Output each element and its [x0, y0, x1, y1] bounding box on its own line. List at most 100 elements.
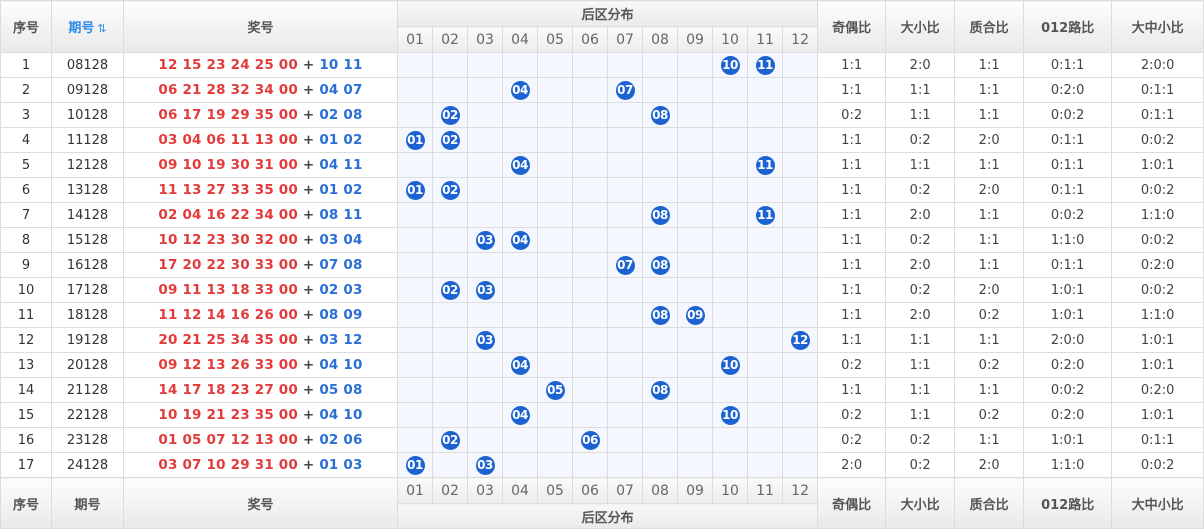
dist-cell-05: [537, 127, 573, 153]
back-numbers: 02 06: [319, 432, 363, 448]
row-index: 15: [0, 402, 52, 428]
back-ball: 02: [440, 280, 460, 300]
dist-cell-10: [712, 277, 748, 303]
header-col-02: 02: [432, 26, 468, 53]
back-ball: 04: [510, 230, 530, 250]
dist-cell-05: [537, 327, 573, 353]
front-numbers: 14 17 18 23 27 00: [158, 382, 298, 398]
dist-cell-08: [642, 452, 678, 478]
footer-big-small: 大小比: [885, 477, 956, 529]
dist-cell-05: [537, 202, 573, 228]
dist-cell-02: [432, 52, 468, 78]
dist-cell-04: 04: [502, 227, 538, 253]
ratio-road-012: 0:0:2: [1023, 102, 1113, 128]
dist-cell-07: [607, 127, 643, 153]
dist-cell-02: [432, 452, 468, 478]
dist-cell-09: [677, 402, 713, 428]
ratio-big-mid-small: 0:1:1: [1111, 77, 1204, 103]
row-prize-numbers: 10 19 21 23 35 00 + 04 10: [123, 402, 398, 428]
dist-cell-05: [537, 227, 573, 253]
plus-sign: +: [302, 207, 315, 223]
dist-cell-11: [747, 327, 783, 353]
back-numbers: 03 12: [319, 332, 363, 348]
dist-cell-02: 02: [432, 277, 468, 303]
row-period: 10128: [51, 102, 124, 128]
back-ball: 01: [405, 455, 425, 475]
dist-cell-03: [467, 152, 503, 178]
back-numbers: 02 03: [319, 282, 363, 298]
table-row: 10 17128 09 11 13 18 33 00 + 02 03 02 03 1:1 0…: [0, 277, 1204, 303]
dist-cell-07: 07: [607, 77, 643, 103]
dist-cell-01: 01: [397, 127, 433, 153]
footer-col-09: 09: [677, 477, 713, 504]
dist-cell-01: [397, 277, 433, 303]
footer-col-05: 05: [537, 477, 573, 504]
dist-cell-12: [781, 352, 819, 378]
dist-cell-04: [502, 52, 538, 78]
back-numbers: 04 10: [319, 357, 363, 373]
footer-col-01: 01: [397, 477, 433, 504]
front-numbers: 01 05 07 12 13 00: [158, 432, 298, 448]
dist-cell-07: [607, 102, 643, 128]
row-period: 12128: [51, 152, 124, 178]
dist-cell-11: 11: [747, 202, 783, 228]
dist-cell-09: [677, 152, 713, 178]
dist-cell-05: [537, 277, 573, 303]
dist-cell-05: [537, 427, 573, 453]
footer-col-02: 02: [432, 477, 468, 504]
header-big-mid-small: 大中小比: [1111, 0, 1204, 53]
back-ball: 08: [650, 255, 670, 275]
row-period: 23128: [51, 427, 124, 453]
dist-cell-08: [642, 427, 678, 453]
plus-sign: +: [302, 457, 315, 473]
row-prize-numbers: 12 15 23 24 25 00 + 10 11: [123, 52, 398, 78]
back-numbers: 01 02: [319, 132, 363, 148]
row-prize-numbers: 09 10 19 30 31 00 + 04 11: [123, 152, 398, 178]
ratio-big-small: 0:2: [885, 277, 956, 303]
ratio-road-012: 0:1:1: [1023, 52, 1113, 78]
table-row: 9 16128 17 20 22 30 33 00 + 07 08 07 08 1:1 2:…: [0, 252, 1204, 278]
back-ball: 03: [475, 330, 495, 350]
header-road-012: 012路比: [1023, 0, 1113, 53]
back-ball: 03: [475, 230, 495, 250]
dist-cell-03: 03: [467, 327, 503, 353]
plus-sign: +: [302, 382, 315, 398]
footer-odd-even: 奇偶比: [817, 477, 887, 529]
dist-cell-10: [712, 302, 748, 328]
dist-cell-09: [677, 352, 713, 378]
dist-cell-06: [572, 252, 608, 278]
dist-cell-05: [537, 177, 573, 203]
dist-cell-02: [432, 377, 468, 403]
row-period: 19128: [51, 327, 124, 353]
dist-cell-04: [502, 127, 538, 153]
back-ball: 04: [510, 355, 530, 375]
plus-sign: +: [302, 282, 315, 298]
back-numbers: 10 11: [319, 57, 363, 73]
ratio-big-small: 2:0: [885, 302, 956, 328]
table-row: 1 08128 12 15 23 24 25 00 + 10 11 10 11 1:1 2:…: [0, 52, 1204, 78]
ratio-big-mid-small: 1:0:1: [1111, 352, 1204, 378]
dist-cell-10: 10: [712, 402, 748, 428]
row-prize-numbers: 09 12 13 26 33 00 + 04 10: [123, 352, 398, 378]
ratio-prime-composite: 1:1: [954, 152, 1025, 178]
front-numbers: 02 04 16 22 34 00: [158, 207, 298, 223]
ratio-big-small: 0:2: [885, 427, 956, 453]
back-ball: 06: [580, 430, 600, 450]
sort-icon[interactable]: ⇅: [97, 22, 106, 35]
ratio-odd-even: 1:1: [817, 152, 887, 178]
footer-prize: 奖号: [123, 477, 398, 529]
back-ball: 12: [790, 330, 810, 350]
dist-cell-03: [467, 127, 503, 153]
dist-cell-08: [642, 327, 678, 353]
row-prize-numbers: 11 13 27 33 35 00 + 01 02: [123, 177, 398, 203]
ratio-odd-even: 1:1: [817, 77, 887, 103]
header-idx: 序号: [0, 0, 52, 53]
footer-col-06: 06: [572, 477, 608, 504]
row-index: 11: [0, 302, 52, 328]
dist-cell-12: [781, 52, 819, 78]
ratio-big-mid-small: 0:0:2: [1111, 452, 1204, 478]
ratio-road-012: 1:1:0: [1023, 227, 1113, 253]
table-row: 7 14128 02 04 16 22 34 00 + 08 11 08 11 1:1 2:…: [0, 202, 1204, 228]
ratio-odd-even: 1:1: [817, 302, 887, 328]
header-period-sort[interactable]: 期号 ⇅: [51, 0, 124, 53]
